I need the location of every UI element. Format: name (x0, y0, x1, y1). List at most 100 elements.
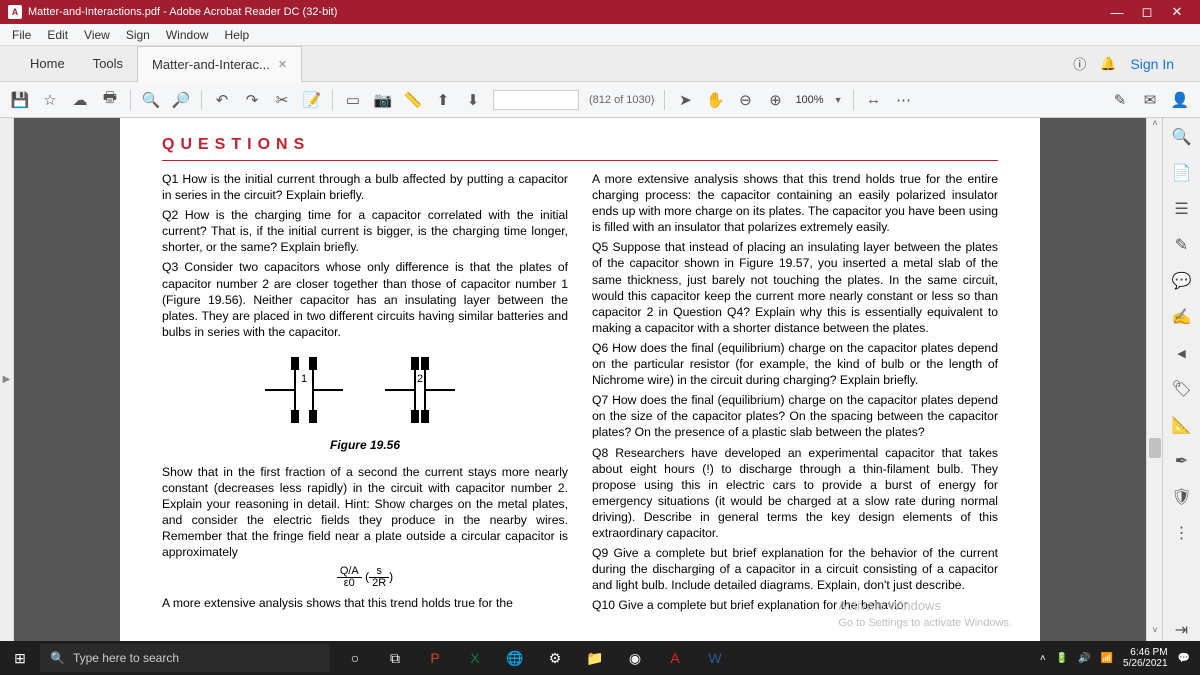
page-number-input[interactable] (493, 90, 579, 110)
scroll-down-icon[interactable]: ˅ (1147, 625, 1163, 641)
cloud-icon[interactable]: ☁ (70, 90, 90, 110)
question-q6: Q6 How does the final (equilibrium) char… (592, 340, 998, 388)
window-titlebar: A Matter-and-Interactions.pdf - Adobe Ac… (0, 0, 1200, 24)
cursor-icon[interactable]: ➤ (675, 90, 695, 110)
tab-tools[interactable]: Tools (79, 46, 137, 82)
right-column: A more extensive analysis shows that thi… (592, 171, 998, 617)
menu-edit[interactable]: Edit (39, 28, 76, 42)
paragraph-show: Show that in the first fraction of a sec… (162, 464, 568, 561)
export-icon[interactable]: 📄 (1171, 162, 1193, 184)
find-icon[interactable]: 🔎 (171, 90, 191, 110)
document-viewport[interactable]: QUESTIONS Q1 How is the initial current … (14, 118, 1146, 641)
page-up-icon[interactable]: ⬆ (433, 90, 453, 110)
menu-bar: File Edit View Sign Window Help (0, 24, 1200, 46)
share-icon[interactable]: 👤 (1170, 90, 1190, 110)
star-icon[interactable]: ☆ (40, 90, 60, 110)
left-panel-toggle[interactable]: ▶ (0, 118, 14, 641)
email-icon[interactable]: ✉ (1140, 90, 1160, 110)
camera-icon[interactable]: 📷 (373, 90, 393, 110)
tab-bar: Home Tools Matter-and-Interac...✕ ⓘ 🔔 Si… (0, 46, 1200, 82)
svg-text:1: 1 (301, 373, 307, 385)
menu-window[interactable]: Window (158, 28, 217, 42)
figure-caption: Figure 19.56 (162, 438, 568, 454)
battery-icon[interactable]: 🔋 (1056, 653, 1068, 664)
zoom-out-icon[interactable]: 🔍 (141, 90, 161, 110)
notifications-icon[interactable]: 💬 (1178, 653, 1190, 664)
page-total-label: (812 of 1030) (589, 94, 654, 106)
right-tools-panel: 🔍 📄 ☰ ✎ 💬 ✍ ◀ 🏷 📐 ✒ 🛡 ⋮ ⇥ (1162, 118, 1200, 641)
search-panel-icon[interactable]: 🔍 (1171, 126, 1193, 148)
edit-icon[interactable]: ✎ (1171, 234, 1193, 256)
vertical-scrollbar[interactable]: ˄ ˅ (1146, 118, 1162, 641)
bell-icon[interactable]: 🔔 (1100, 56, 1116, 72)
sign-in-link[interactable]: Sign In (1130, 56, 1174, 72)
task-view-icon[interactable]: ⧉ (378, 644, 412, 672)
cortana-icon[interactable]: ○ (338, 644, 372, 672)
svg-text:2: 2 (417, 373, 423, 385)
volume-icon[interactable]: 🔊 (1078, 653, 1090, 664)
question-q2: Q2 How is the charging time for a capaci… (162, 207, 568, 255)
collapse-panel-icon[interactable]: ◀ (1171, 342, 1193, 364)
tab-close-icon[interactable]: ✕ (278, 58, 287, 71)
expand-panel-icon[interactable]: ⇥ (1171, 619, 1193, 641)
text-tool-icon[interactable]: 📝 (302, 90, 322, 110)
zoom-level[interactable]: 100% (795, 94, 823, 106)
sign-icon[interactable]: ✒ (1171, 450, 1193, 472)
page-down-icon[interactable]: ⬇ (463, 90, 483, 110)
search-icon: 🔍 (50, 651, 65, 665)
organize-icon[interactable]: ☰ (1171, 198, 1193, 220)
window-title: Matter-and-Interactions.pdf - Adobe Acro… (28, 6, 337, 18)
scroll-thumb[interactable] (1149, 438, 1161, 458)
menu-file[interactable]: File (4, 28, 39, 42)
redo-icon[interactable]: ↷ (242, 90, 262, 110)
page-view-icon[interactable]: ▭ (343, 90, 363, 110)
hand-icon[interactable]: ✋ (705, 90, 725, 110)
tab-home[interactable]: Home (16, 46, 79, 82)
system-tray[interactable]: ˄ 🔋 🔊 📶 6:46 PM 5/26/2021 💬 (1030, 647, 1200, 669)
file-explorer-icon[interactable]: 📁 (578, 644, 612, 672)
fill-sign-icon[interactable]: ✍ (1171, 306, 1193, 328)
wifi-icon[interactable]: 📶 (1101, 653, 1113, 664)
question-q8: Q8 Researchers have developed an experim… (592, 445, 998, 542)
edit-pdf-icon[interactable]: ✎ (1110, 90, 1130, 110)
word-icon[interactable]: W (698, 644, 732, 672)
equation: Q/Aε0 (s2R) (162, 566, 568, 589)
print-icon[interactable]: 🖶 (100, 90, 120, 110)
acrobat-icon[interactable]: A (658, 644, 692, 672)
zoom-plus-icon[interactable]: ⊕ (765, 90, 785, 110)
tray-chevron-icon[interactable]: ˄ (1040, 653, 1046, 664)
help-icon[interactable]: ⓘ (1073, 54, 1086, 73)
menu-view[interactable]: View (76, 28, 118, 42)
question-q10: Q10 Give a complete but brief explanatio… (592, 597, 998, 613)
undo-icon[interactable]: ↶ (212, 90, 232, 110)
menu-sign[interactable]: Sign (118, 28, 158, 42)
stamp-icon[interactable]: 🏷 (1171, 378, 1193, 400)
close-button[interactable]: ✕ (1162, 4, 1192, 20)
fit-width-icon[interactable]: ↔ (864, 90, 884, 110)
taskbar-search[interactable]: 🔍 Type here to search (40, 644, 330, 672)
settings-icon[interactable]: ⚙ (538, 644, 572, 672)
comment-icon[interactable]: 💬 (1171, 270, 1193, 292)
tab-document[interactable]: Matter-and-Interac...✕ (137, 46, 302, 82)
excel-icon[interactable]: X (458, 644, 492, 672)
paragraph-intro: A more extensive analysis shows that thi… (592, 171, 998, 235)
save-icon[interactable]: 💾 (10, 90, 30, 110)
powerpoint-icon[interactable]: P (418, 644, 452, 672)
start-button[interactable]: ⊞ (0, 650, 40, 667)
edge-icon[interactable]: 🌐 (498, 644, 532, 672)
more-tools-icon[interactable]: ⋮ (1171, 522, 1193, 544)
chrome-icon[interactable]: ◉ (618, 644, 652, 672)
protect-icon[interactable]: 🛡 (1171, 486, 1193, 508)
minimize-button[interactable]: — (1102, 5, 1132, 20)
measure-icon[interactable]: 📐 (1171, 414, 1193, 436)
crop-icon[interactable]: ✂ (272, 90, 292, 110)
maximize-button[interactable]: ◻ (1132, 4, 1162, 20)
scroll-up-icon[interactable]: ˄ (1147, 118, 1163, 134)
menu-help[interactable]: Help (217, 28, 258, 42)
zoom-minus-icon[interactable]: ⊖ (735, 90, 755, 110)
question-q7: Q7 How does the final (equilibrium) char… (592, 392, 998, 440)
clock[interactable]: 6:46 PM 5/26/2021 (1123, 647, 1168, 669)
toolbar: 💾 ☆ ☁ 🖶 🔍 🔎 ↶ ↷ ✂ 📝 ▭ 📷 📏 ⬆ ⬇ (812 of 10… (0, 82, 1200, 118)
ruler-icon[interactable]: 📏 (403, 90, 423, 110)
more-icon[interactable]: ⋯ (894, 90, 914, 110)
